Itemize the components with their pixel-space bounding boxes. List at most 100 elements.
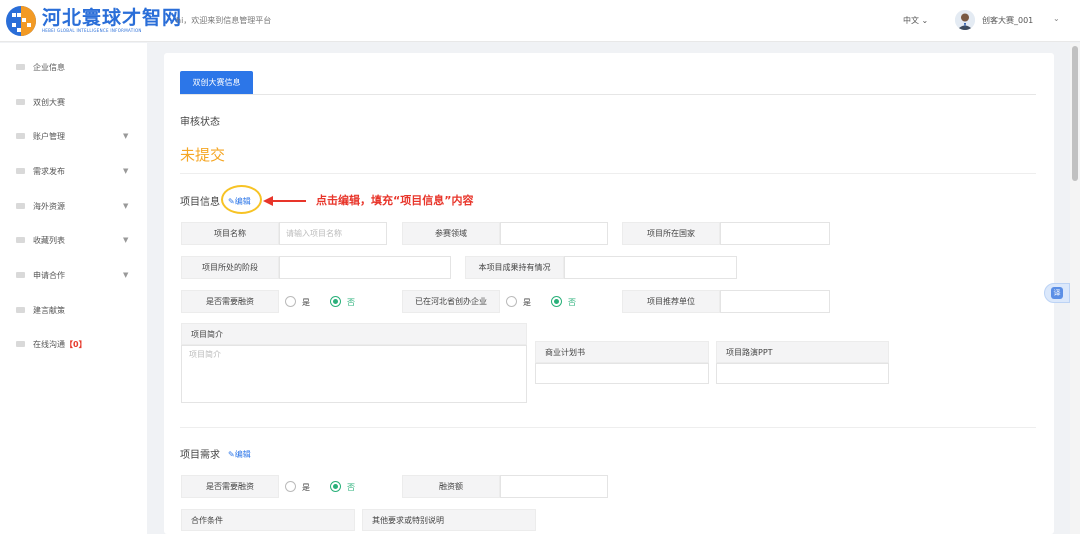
globe-logo-icon — [4, 4, 40, 38]
sidebar-item-favorites[interactable]: 收藏列表 ▼ — [0, 230, 147, 250]
caret-down-icon: ▼ — [123, 132, 129, 140]
recommend-label: 项目推荐单位 — [622, 290, 720, 313]
project-needs-title: 项目需求 — [180, 450, 220, 461]
intro-placeholder: 项目简介 — [189, 350, 221, 359]
sidebar: 企业信息 双创大赛 账户管理 ▼ 需求发布 ▼ 海外资源 ▼ 收藏列表 ▼ 申请… — [0, 43, 147, 534]
menu-item-icon — [16, 64, 25, 70]
sidebar-item-label: 收藏列表 — [33, 235, 65, 245]
sidebar-item-suggestions[interactable]: 建言献策 — [0, 300, 147, 320]
domain-label: 参赛领域 — [402, 222, 500, 245]
divider — [180, 173, 1036, 174]
review-status-value: 未提交 — [180, 146, 226, 164]
domain-field[interactable] — [500, 222, 608, 245]
caret-down-icon: ▼ — [123, 236, 129, 244]
sidebar-item-label: 在线沟通 — [33, 339, 65, 349]
menu-item-icon — [16, 168, 25, 174]
sidebar-item-label: 申请合作 — [33, 270, 65, 280]
menu-item-icon — [16, 99, 25, 105]
sidebar-item-company-info[interactable]: 企业信息 — [0, 57, 147, 77]
country-field[interactable] — [720, 222, 830, 245]
country-label: 项目所在国家 — [622, 222, 720, 245]
radio-label: 是 — [302, 298, 310, 307]
hebei-company-label: 已在河北省创办企业 — [402, 290, 500, 313]
edit-label: 编辑 — [234, 450, 251, 459]
caret-down-icon: ▼ — [123, 167, 129, 175]
sidebar-item-label: 建言献策 — [33, 305, 65, 315]
unread-badge: 【0】 — [65, 339, 87, 349]
username[interactable]: 创客大赛_001 — [982, 15, 1033, 26]
radio-label: 是 — [302, 483, 310, 492]
review-status-title: 审核状态 — [180, 117, 220, 128]
financing-label: 是否需要融资 — [181, 290, 279, 313]
caret-down-icon: ▼ — [123, 271, 129, 279]
menu-item-icon — [16, 341, 25, 347]
stage-label: 项目所处的阶段 — [181, 256, 279, 279]
amount-field[interactable] — [500, 475, 608, 498]
amount-label: 融资额 — [402, 475, 500, 498]
menu-item-icon — [16, 133, 25, 139]
annotation-arrow-icon — [263, 196, 306, 206]
pencil-icon: ✎ — [228, 450, 235, 459]
sidebar-item-competition[interactable]: 双创大赛 — [0, 92, 147, 112]
needs-financing-label: 是否需要融资 — [181, 475, 279, 498]
highlight-circle — [221, 185, 262, 214]
needs-financing-yes-radio[interactable] — [285, 481, 296, 492]
sidebar-item-label: 海外资源 — [33, 201, 65, 211]
roadshow-ppt-label: 项目路演PPT — [716, 341, 889, 363]
financing-yes-radio[interactable] — [285, 296, 296, 307]
menu-item-icon — [16, 272, 25, 278]
divider — [180, 427, 1036, 428]
recommend-field[interactable] — [720, 290, 830, 313]
intro-label: 项目简介 — [181, 323, 527, 345]
sidebar-item-cooperation[interactable]: 申请合作 ▼ — [0, 265, 147, 285]
coop-conditions-label: 合作条件 — [181, 509, 355, 531]
ownership-label: 本项目成果持有情况 — [465, 256, 564, 279]
translate-float-button[interactable]: 译 — [1044, 283, 1070, 303]
financing-no-radio[interactable] — [330, 296, 341, 307]
menu-item-icon — [16, 237, 25, 243]
hebei-no-radio[interactable] — [551, 296, 562, 307]
caret-down-icon: ▼ — [123, 202, 129, 210]
menu-item-icon — [16, 203, 25, 209]
sidebar-item-label: 双创大赛 — [33, 97, 65, 107]
scrollbar-thumb[interactable] — [1072, 46, 1078, 181]
business-plan-label: 商业计划书 — [535, 341, 709, 363]
welcome-text: hi，欢迎来到信息管理平台 — [176, 16, 272, 25]
ownership-field[interactable] — [564, 256, 737, 279]
translate-icon: 译 — [1051, 287, 1063, 299]
sidebar-item-overseas[interactable]: 海外资源 ▼ — [0, 196, 147, 216]
sidebar-item-label: 企业信息 — [33, 62, 65, 72]
radio-label: 否 — [347, 298, 355, 307]
sidebar-item-account[interactable]: 账户管理 ▼ — [0, 126, 147, 146]
radio-label: 否 — [347, 483, 355, 492]
main-card — [164, 53, 1054, 534]
sidebar-item-demand[interactable]: 需求发布 ▼ — [0, 161, 147, 181]
radio-label: 是 — [523, 298, 531, 307]
tab-divider — [180, 94, 1036, 95]
business-plan-upload[interactable] — [535, 363, 709, 384]
annotation-text: 点击编辑，填充“项目信息”内容 — [316, 194, 474, 207]
sidebar-item-label: 需求发布 — [33, 166, 65, 176]
other-requirements-label: 其他要求或特别说明 — [362, 509, 536, 531]
logo-title: 河北寰球才智网 — [42, 7, 183, 29]
project-needs-edit-link[interactable]: ✎编辑 — [228, 449, 251, 460]
menu-item-icon — [16, 307, 25, 313]
top-header: 河北寰球才智网 HEBEI GLOBAL INTELLIGENCE INFORM… — [0, 0, 1080, 42]
user-avatar[interactable] — [955, 10, 975, 30]
intro-textarea[interactable]: 项目简介 — [181, 345, 527, 403]
needs-financing-no-radio[interactable] — [330, 481, 341, 492]
sidebar-item-online-chat[interactable]: 在线沟通【0】 — [0, 334, 147, 354]
project-name-label: 项目名称 — [181, 222, 279, 245]
chevron-down-icon: ⌄ — [921, 16, 929, 25]
stage-field[interactable] — [279, 256, 451, 279]
language-select[interactable]: 中文 ⌄ — [903, 15, 928, 26]
tab-competition-info[interactable]: 双创大赛信息 — [180, 71, 253, 94]
project-name-input[interactable]: 请输入项目名称 — [279, 222, 387, 245]
roadshow-ppt-upload[interactable] — [716, 363, 889, 384]
hebei-yes-radio[interactable] — [506, 296, 517, 307]
project-info-title: 项目信息 — [180, 197, 220, 208]
radio-label: 否 — [568, 298, 576, 307]
chevron-down-icon[interactable]: ⌄ — [1053, 14, 1060, 23]
site-logo[interactable]: 河北寰球才智网 HEBEI GLOBAL INTELLIGENCE INFORM… — [4, 4, 182, 38]
sidebar-item-label: 账户管理 — [33, 131, 65, 141]
